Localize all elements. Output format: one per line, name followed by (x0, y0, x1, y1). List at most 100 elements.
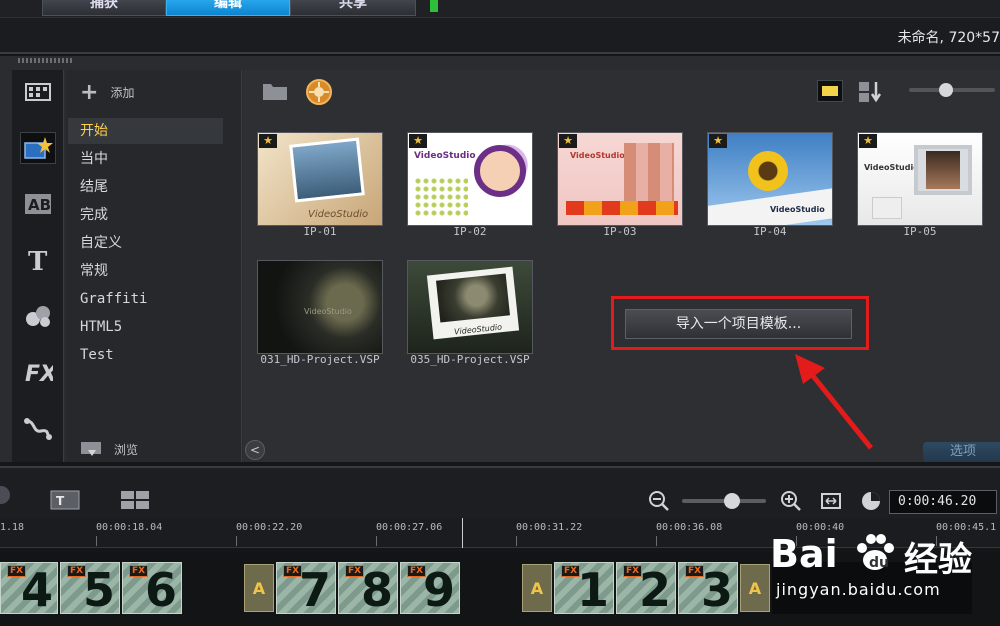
timeline-view-icon[interactable] (120, 490, 150, 514)
timecode-display[interactable]: 0:00:46.20 (889, 490, 997, 514)
transition-icon[interactable]: A (244, 564, 274, 612)
thumbnail-image: ★ VideoStudio (407, 132, 533, 226)
thumb-caption: VideoStudio (864, 163, 919, 172)
add-button[interactable]: + 添加 (80, 78, 134, 106)
category-middle[interactable]: 当中 (68, 146, 223, 172)
project-info: 未命名, 720*57 (897, 30, 1000, 46)
svg-text:du: du (869, 555, 889, 571)
options-button[interactable]: 选项 (923, 442, 1000, 462)
clip-thumbnail[interactable]: FX 8 (338, 562, 398, 614)
tab-edit[interactable]: 编辑 (166, 0, 290, 16)
storyboard-view-icon[interactable]: T (50, 490, 80, 514)
sort-icon[interactable] (857, 80, 883, 108)
thumbnail-label: IP-01 (303, 225, 337, 238)
template-ip-03[interactable]: ★ VideoStudio IP-03 (545, 124, 695, 240)
template-035-hd-project[interactable]: VideoStudio 035_HD-Project.VSP (395, 252, 545, 368)
clip-thumbnail[interactable]: FX 9 (400, 562, 460, 614)
clip-thumbnail[interactable]: FX 4 (0, 562, 58, 614)
category-general[interactable]: 常规 (68, 258, 223, 284)
category-html5[interactable]: HTML5 (68, 314, 223, 340)
duration-clock-icon[interactable] (860, 490, 882, 516)
clip-thumbnail[interactable]: FX 2 (616, 562, 676, 614)
path-icon[interactable] (20, 412, 56, 444)
indicator-icon (430, 0, 438, 12)
thumbnail-size-slider[interactable] (909, 83, 995, 97)
ruler-tick (656, 536, 657, 546)
category-test[interactable]: Test (68, 342, 223, 368)
fx-filter-icon[interactable]: FX (20, 356, 56, 388)
ruler-tick (236, 536, 237, 546)
ruler-tick-label: 1.18 (0, 522, 25, 533)
clip-number: 6 (144, 563, 177, 617)
media-icon[interactable] (20, 76, 56, 108)
scroll-left-button[interactable]: < (245, 440, 265, 460)
zoom-slider[interactable] (682, 493, 766, 509)
clip-thumbnail[interactable]: FX 5 (60, 562, 120, 614)
category-start[interactable]: 开始 (68, 118, 223, 144)
ruler-tick-label: 00:00:27.06 (376, 522, 443, 533)
template-ip-02[interactable]: ★ VideoStudio IP-02 (395, 124, 545, 240)
title-ab-icon[interactable]: AB (20, 188, 56, 220)
ruler-tick (376, 536, 377, 546)
tool-rail: AB T FX (12, 70, 64, 462)
ruler-tick-label: 00:00:18.04 (96, 522, 163, 533)
clip-number: 7 (298, 563, 331, 617)
thumbnail-image: VideoStudio (257, 260, 383, 354)
add-label: 添加 (110, 85, 135, 100)
clip-number: 3 (700, 563, 733, 617)
clip-thumbnail[interactable]: FX 6 (122, 562, 182, 614)
thumbnail-image: ★ VideoStudio (257, 132, 383, 226)
tab-capture[interactable]: 捕获 (42, 0, 166, 16)
panel-grip[interactable] (18, 58, 74, 63)
watermark: Bai du 经验 jingyan.baidu.com (770, 520, 1000, 624)
fit-project-icon[interactable] (820, 490, 842, 516)
record-icon[interactable] (0, 486, 10, 504)
clip-number: 5 (82, 563, 115, 617)
ruler-tick (96, 536, 97, 546)
thumbnail-label: IP-03 (603, 225, 637, 238)
ruler-tick-label: 00:00:22.20 (236, 522, 303, 533)
star-icon: ★ (559, 134, 577, 148)
zoom-out-icon[interactable] (648, 490, 670, 516)
category-custom[interactable]: 自定义 (68, 230, 223, 256)
thumb-caption: VideoStudio (570, 151, 625, 160)
open-folder-icon[interactable] (261, 80, 289, 106)
browse-button[interactable]: 浏览 (80, 436, 138, 462)
clip-thumbnail[interactable]: FX 3 (678, 562, 738, 614)
thumbnail-image: ★ VideoStudio (857, 132, 983, 226)
text-t-icon[interactable]: T (20, 244, 56, 276)
graphics-icon[interactable] (20, 300, 56, 332)
clip-thumbnail[interactable]: FX 1 (554, 562, 614, 614)
instant-project-icon[interactable] (20, 132, 56, 164)
playhead[interactable] (462, 518, 463, 548)
clip-number: 2 (638, 563, 671, 617)
star-icon: ★ (409, 134, 427, 148)
transition-icon[interactable]: A (740, 564, 770, 612)
thumb-caption: VideoStudio (770, 205, 825, 214)
slider-knob[interactable] (939, 83, 953, 97)
view-mode-icon[interactable] (817, 80, 843, 102)
ruler-tick-label: 00:00:31.22 (516, 522, 583, 533)
template-ip-04[interactable]: ★ VideoStudio IP-04 (695, 124, 845, 240)
template-031-hd-project[interactable]: VideoStudio 031_HD-Project.VSP (245, 252, 395, 368)
category-end[interactable]: 结尾 (68, 174, 223, 200)
svg-text:FX: FX (25, 362, 53, 385)
clip-thumbnail[interactable]: FX 7 (276, 562, 336, 614)
template-ip-05[interactable]: ★ VideoStudio IP-05 (845, 124, 995, 240)
import-template-button[interactable]: 导入一个项目模板... (625, 309, 852, 339)
transition-icon[interactable]: A (522, 564, 552, 612)
zoom-in-icon[interactable] (780, 490, 802, 516)
category-graffiti[interactable]: Graffiti (68, 286, 223, 312)
online-template-icon[interactable] (305, 78, 333, 110)
star-icon: ★ (709, 134, 727, 148)
zoom-slider-knob[interactable] (724, 493, 740, 509)
category-complete[interactable]: 完成 (68, 202, 223, 228)
ruler-tick (516, 536, 517, 546)
thumbnail-label: IP-02 (453, 225, 487, 238)
thumbnail-image: VideoStudio (407, 260, 533, 354)
thumbnail-label: 035_HD-Project.VSP (410, 353, 530, 366)
star-icon: ★ (859, 134, 877, 148)
template-ip-01[interactable]: ★ VideoStudio IP-01 (245, 124, 395, 240)
watermark-brand2: 经验 (904, 540, 972, 580)
tab-share[interactable]: 共享 (290, 0, 416, 16)
